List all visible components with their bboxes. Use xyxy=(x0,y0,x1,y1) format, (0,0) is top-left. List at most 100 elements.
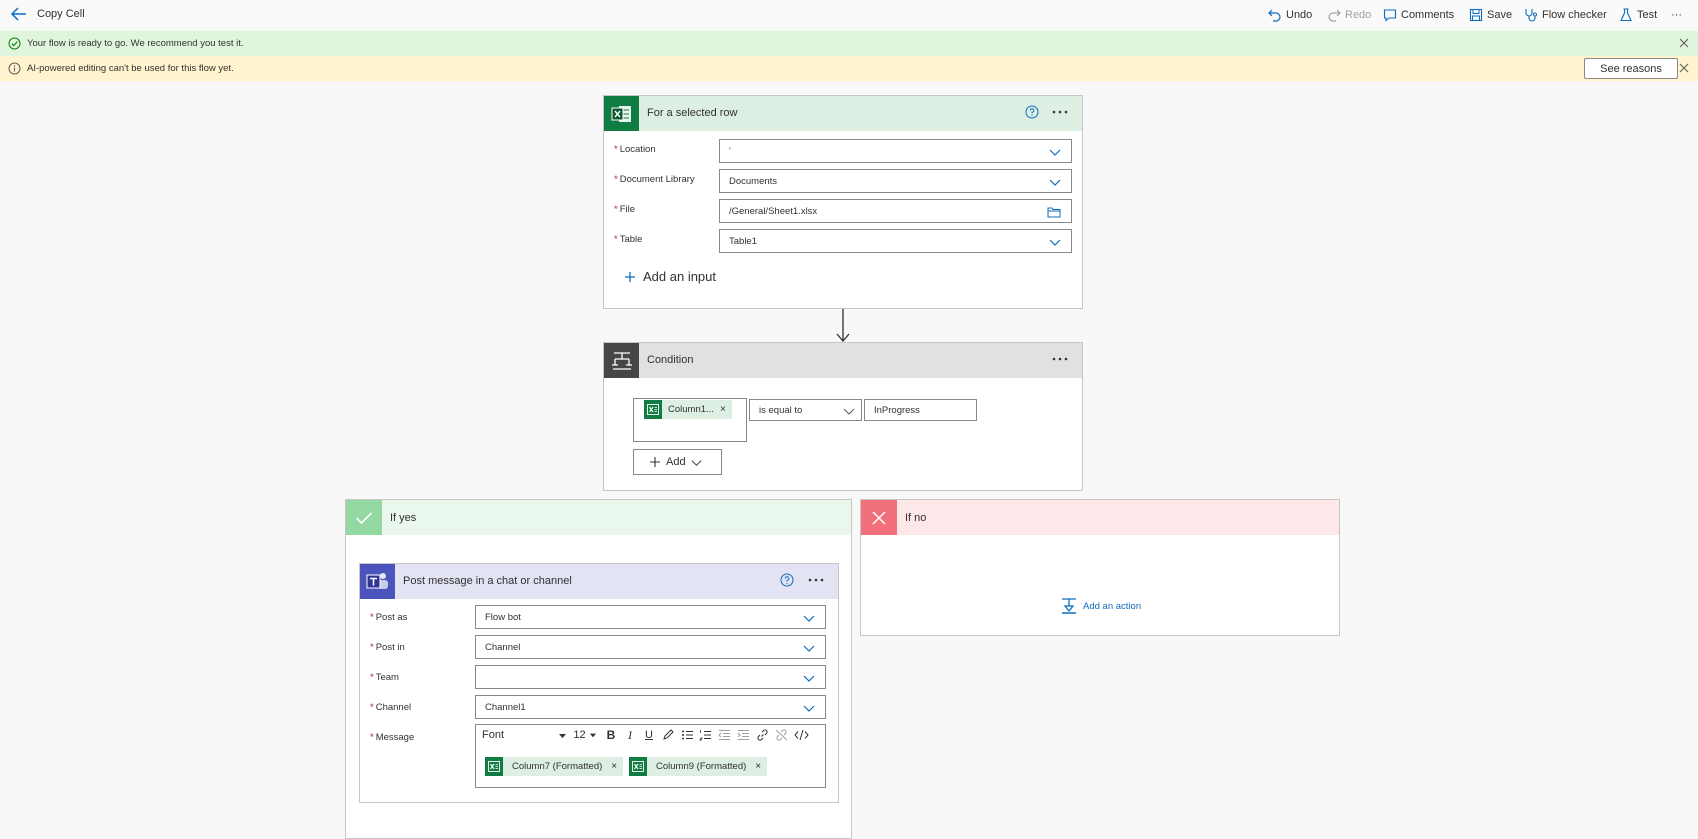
underline-icon[interactable]: U xyxy=(642,727,656,743)
trigger-title: For a selected row xyxy=(647,107,738,119)
chevron-down-icon xyxy=(803,642,815,654)
location-dropdown[interactable]: ' xyxy=(719,139,1072,163)
folder-icon[interactable] xyxy=(1047,206,1061,218)
channel-dropdown[interactable]: Channel1 xyxy=(475,695,826,719)
add-action-icon xyxy=(1060,597,1078,615)
table-dropdown[interactable]: Table1 xyxy=(719,229,1072,253)
message-editor[interactable]: Font 12 B I U Column7 (Formatted) × Colu… xyxy=(475,724,826,788)
info-icon xyxy=(8,62,21,75)
see-reasons-button[interactable]: See reasons xyxy=(1584,58,1678,79)
chevron-down-icon xyxy=(1049,176,1061,188)
close-icon[interactable] xyxy=(1678,62,1690,74)
link-icon[interactable] xyxy=(755,727,769,743)
excel-icon xyxy=(485,757,503,776)
teams-action-title: Post message in a chat or channel xyxy=(403,575,572,587)
top-bar: Copy Cell Undo Redo Comments Save Flow c… xyxy=(0,0,1698,29)
more-options-icon[interactable] xyxy=(806,572,826,588)
file-picker[interactable]: /General/Sheet1.xlsx xyxy=(719,199,1072,223)
redo-button[interactable]: Redo xyxy=(1327,6,1371,24)
dynamic-content-token[interactable]: Column9 (Formatted) × xyxy=(629,757,768,776)
help-icon[interactable] xyxy=(1025,105,1039,119)
if-yes-label: If yes xyxy=(390,512,417,524)
add-condition-button[interactable]: Add xyxy=(633,449,722,475)
table-label: * Table xyxy=(614,234,643,245)
chevron-down-icon xyxy=(843,405,855,417)
checkmark-icon xyxy=(346,500,382,535)
numbered-list-icon[interactable] xyxy=(698,727,712,743)
remove-token-icon[interactable]: × xyxy=(755,761,767,772)
ai-warning-banner: AI-powered editing can't be used for thi… xyxy=(0,56,1698,81)
chevron-down-icon xyxy=(803,702,815,714)
post-as-dropdown[interactable]: Flow bot xyxy=(475,605,826,629)
font-size-dropdown[interactable]: 12 xyxy=(572,727,598,743)
if-no-header[interactable]: If no xyxy=(861,500,1339,535)
caret-down-icon xyxy=(558,731,567,740)
remove-token-icon[interactable]: × xyxy=(611,761,623,772)
dynamic-content-token[interactable]: Column7 (Formatted) × xyxy=(485,757,624,776)
ready-banner: Your flow is ready to go. We recommend y… xyxy=(0,31,1698,56)
caret-down-icon xyxy=(589,731,597,739)
excel-icon xyxy=(604,96,639,131)
close-icon[interactable] xyxy=(1678,37,1690,49)
team-label: * Team xyxy=(370,672,399,683)
teams-icon xyxy=(360,564,395,599)
chevron-down-icon xyxy=(1049,146,1061,158)
trigger-card-header[interactable]: For a selected row xyxy=(604,96,1082,131)
condition-operator-dropdown[interactable]: is equal to xyxy=(749,399,862,421)
excel-icon xyxy=(629,757,647,776)
more-options-button[interactable]: ··· xyxy=(1671,6,1682,24)
if-yes-header[interactable]: If yes xyxy=(346,500,851,535)
condition-left-operand[interactable]: Column1... × xyxy=(633,398,747,442)
post-in-dropdown[interactable]: Channel xyxy=(475,635,826,659)
bulleted-list-icon[interactable] xyxy=(680,727,694,743)
condition-value-input[interactable]: InProgress xyxy=(864,399,977,421)
comment-icon xyxy=(1383,8,1397,22)
chevron-down-icon xyxy=(803,672,815,684)
close-icon xyxy=(861,500,897,535)
ready-message: Your flow is ready to go. We recommend y… xyxy=(27,38,244,49)
beaker-icon xyxy=(1619,8,1633,22)
condition-card-header[interactable]: Condition xyxy=(604,343,1082,378)
chevron-down-icon xyxy=(803,612,815,624)
condition-card: Condition Column1... × is equal to InPro… xyxy=(603,342,1083,491)
plus-icon xyxy=(649,456,661,468)
code-view-icon[interactable] xyxy=(793,727,809,743)
redo-icon xyxy=(1327,8,1341,22)
remove-token-icon[interactable]: × xyxy=(720,404,732,415)
comments-button[interactable]: Comments xyxy=(1383,6,1454,24)
add-input-button[interactable]: Add an input xyxy=(624,269,716,284)
post-as-label: * Post as xyxy=(370,612,408,623)
back-arrow-icon[interactable] xyxy=(10,6,28,22)
trigger-card: For a selected row * Location ' * Document… xyxy=(603,95,1083,309)
test-button[interactable]: Test xyxy=(1619,6,1657,24)
save-button[interactable]: Save xyxy=(1469,6,1512,24)
post-in-label: * Post in xyxy=(370,642,405,653)
save-icon xyxy=(1469,8,1483,22)
more-options-icon[interactable] xyxy=(1050,104,1070,120)
increase-indent-icon[interactable] xyxy=(736,727,750,743)
italic-icon[interactable]: I xyxy=(623,727,637,743)
dynamic-content-token[interactable]: Column1... × xyxy=(644,400,732,419)
teams-card-header[interactable]: Post message in a chat or channel xyxy=(360,564,838,599)
flow-title: Copy Cell xyxy=(37,8,85,20)
flow-checker-button[interactable]: Flow checker xyxy=(1524,6,1607,24)
help-icon[interactable] xyxy=(780,573,794,587)
decrease-indent-icon[interactable] xyxy=(717,727,731,743)
add-action-button[interactable]: Add an action xyxy=(1060,597,1141,615)
checkmark-circle-icon xyxy=(8,37,21,50)
font-dropdown[interactable]: Font xyxy=(482,727,567,743)
location-label: * Location xyxy=(614,144,656,155)
if-no-label: If no xyxy=(905,512,927,524)
chevron-down-icon xyxy=(691,457,702,468)
bold-icon[interactable]: B xyxy=(604,727,618,743)
document-library-label: * Document Library xyxy=(614,174,695,185)
channel-label: * Channel xyxy=(370,702,412,713)
document-library-dropdown[interactable]: Documents xyxy=(719,169,1072,193)
highlight-pen-icon[interactable] xyxy=(661,727,675,743)
undo-button[interactable]: Undo xyxy=(1268,6,1312,24)
unlink-icon[interactable] xyxy=(774,727,788,743)
more-options-icon[interactable] xyxy=(1050,351,1070,367)
stethoscope-icon xyxy=(1524,8,1538,22)
team-dropdown[interactable] xyxy=(475,665,826,689)
ai-warning-message: AI-powered editing can't be used for thi… xyxy=(27,63,234,74)
